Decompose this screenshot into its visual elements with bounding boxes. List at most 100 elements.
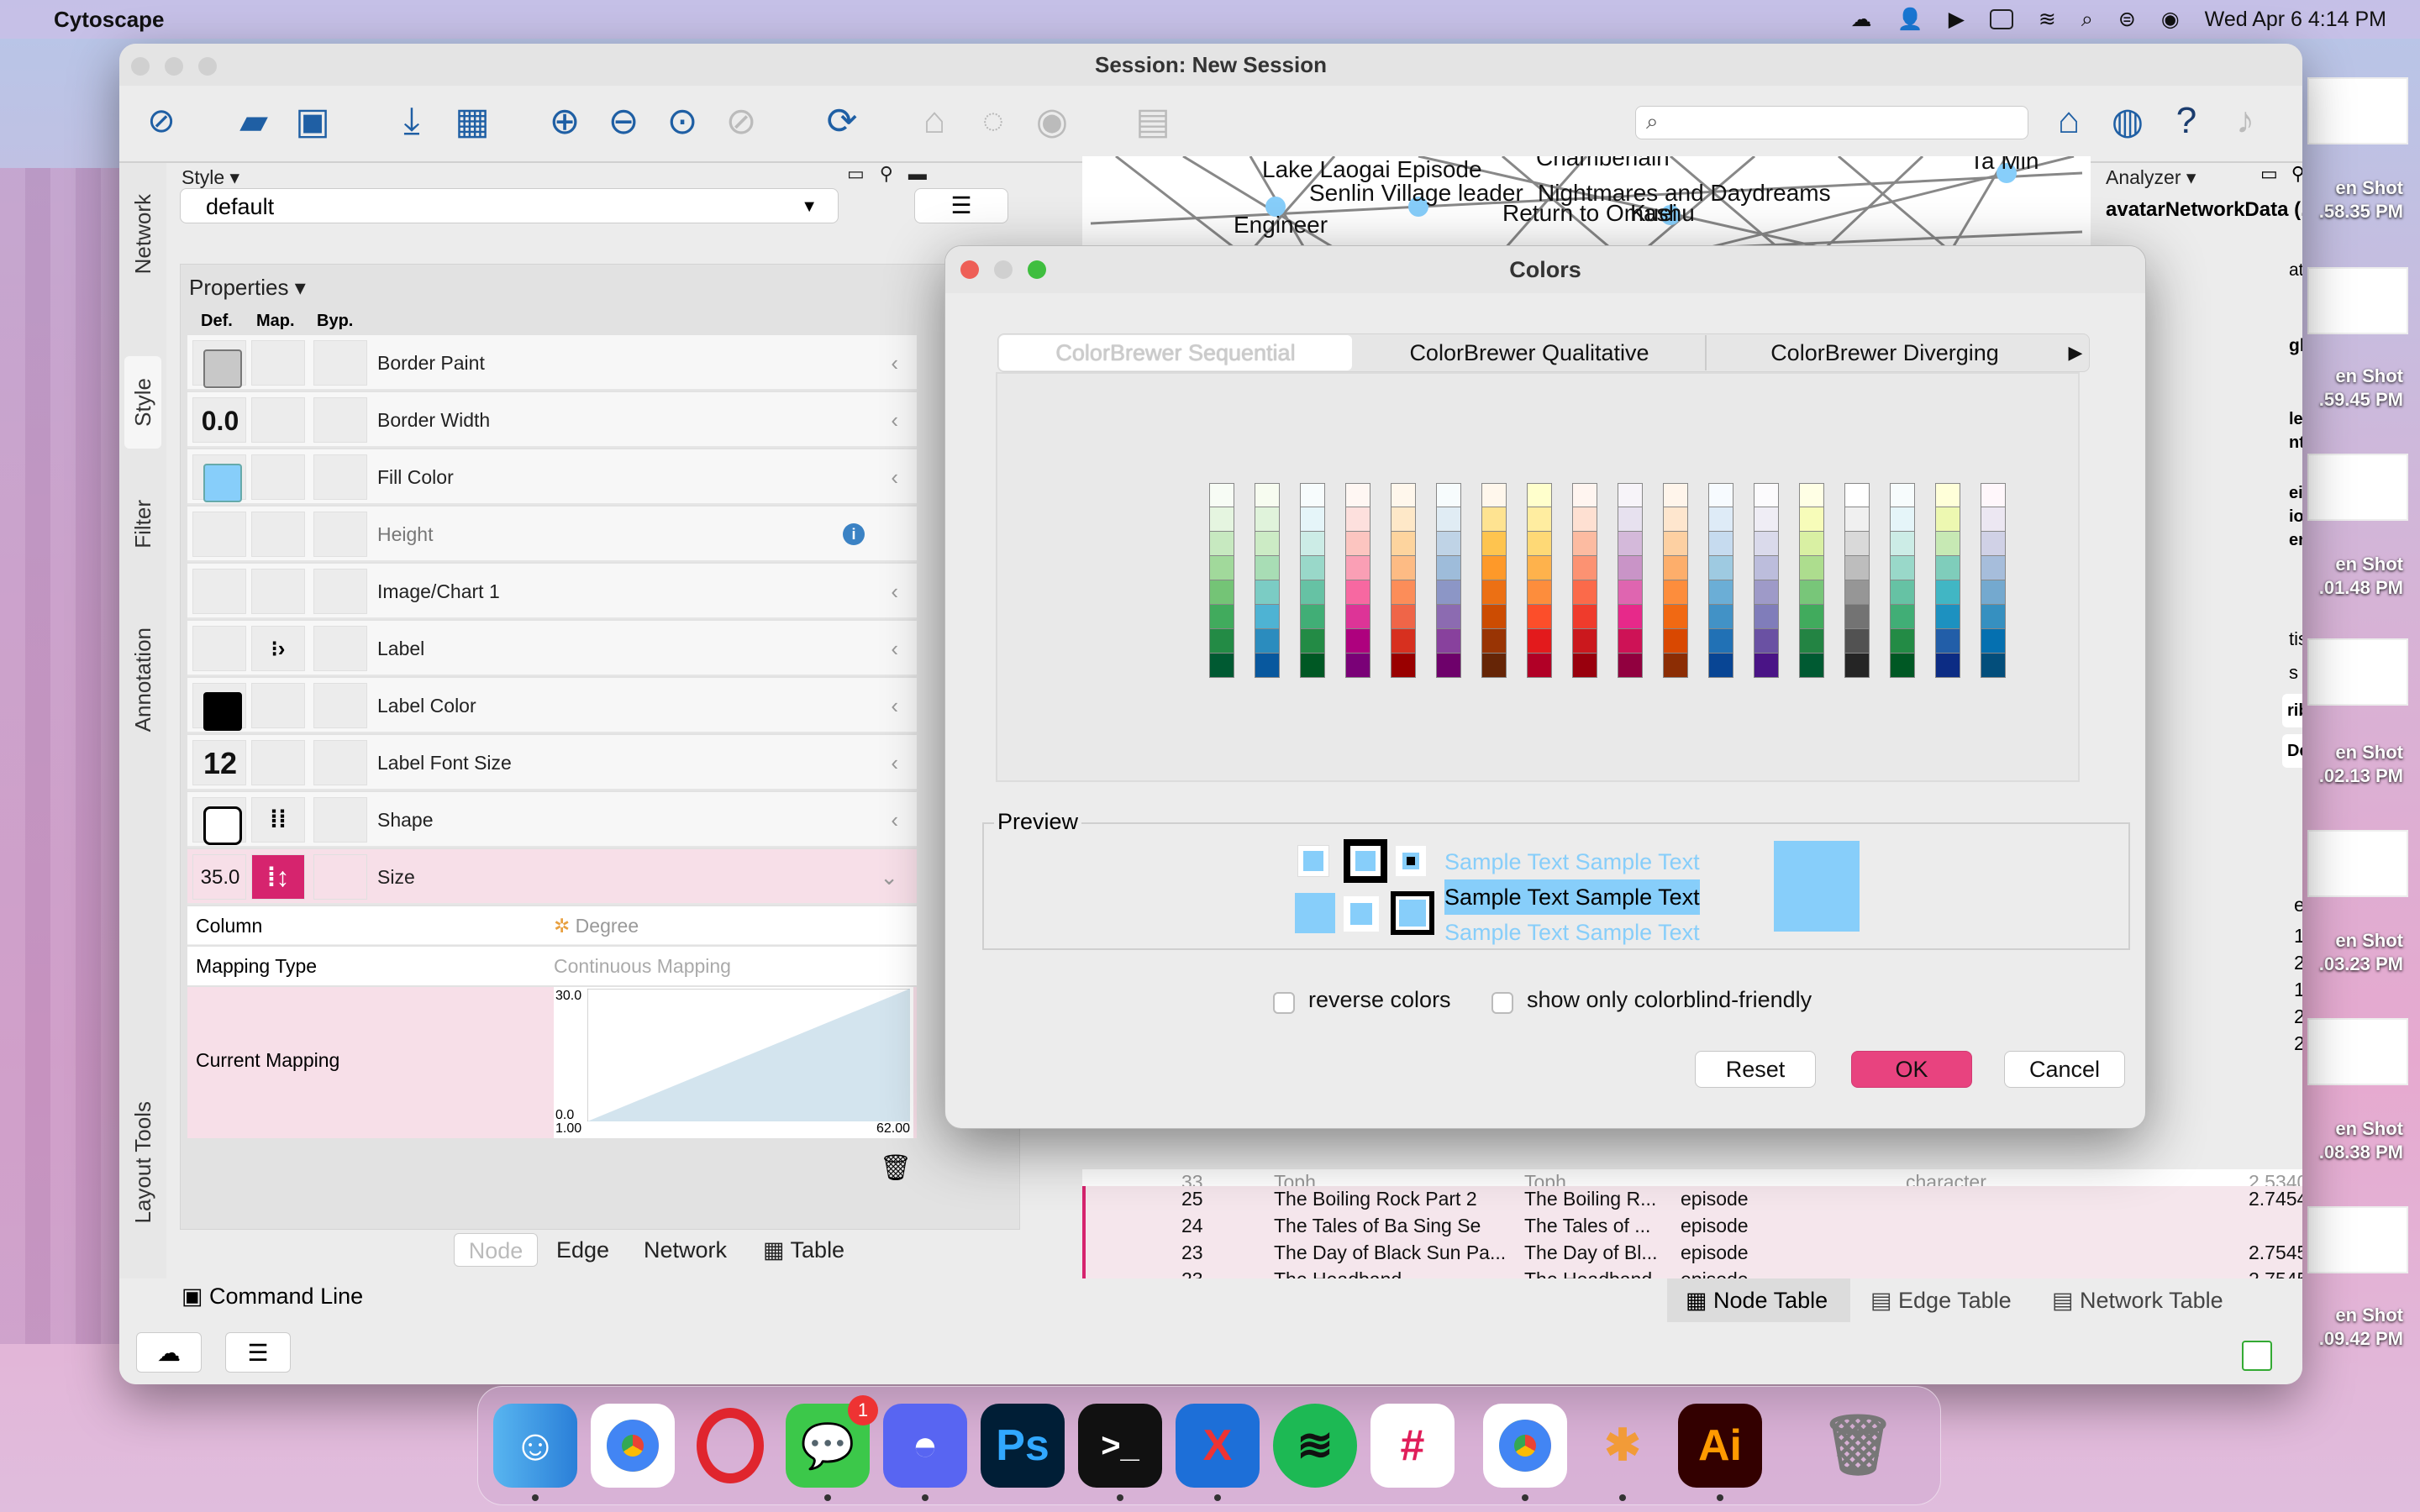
tab-colorbrewer-diverging[interactable]: ColorBrewer Diverging (1708, 335, 2061, 370)
search-input[interactable]: ⌕ (1635, 106, 2028, 139)
shape-swatch[interactable] (203, 806, 242, 845)
default-cell[interactable] (192, 626, 246, 671)
cloud-icon[interactable]: ☁ (136, 1332, 202, 1373)
slack-icon[interactable]: # (1370, 1404, 1455, 1488)
close-button[interactable] (131, 57, 150, 76)
cytoscape-icon[interactable]: ✱ (1581, 1404, 1665, 1488)
table-row[interactable]: 24 The Tales of Ba Sing Se The Tales of ..… (1082, 1213, 2302, 1240)
info-icon[interactable]: i (843, 523, 865, 545)
screenshot-file-label[interactable]: en Shot .09.42 PM (2319, 1304, 2403, 1351)
tab-style[interactable]: Style (124, 356, 161, 449)
mapping-cell[interactable] (251, 512, 305, 557)
screenshot-file-icon[interactable] (2307, 638, 2408, 706)
wifi-icon[interactable]: ≋ (2039, 7, 2056, 32)
control-center-icon[interactable]: ⊜ (2118, 7, 2136, 32)
mapping-cell[interactable] (251, 569, 305, 614)
discrete-mapping-icon[interactable]: ⁞⁞ (251, 797, 305, 843)
default-cell[interactable]: 35.0 (192, 854, 246, 900)
open-folder-icon[interactable]: ▰ (229, 96, 279, 146)
label-color-swatch[interactable] (203, 692, 242, 731)
analyzer-header[interactable]: Analyzer ▾ (2106, 166, 2196, 189)
mapping-type-selector[interactable]: Continuous Mapping (554, 955, 731, 978)
property-row-fill-color[interactable]: Fill Color ‹ (187, 449, 917, 505)
screenshot-file-label[interactable]: en Shot .03.23 PM (2319, 929, 2403, 976)
new-network-from-selection-icon[interactable]: ▤ (1128, 96, 1178, 146)
chevron-left-icon[interactable]: ‹ (891, 449, 898, 505)
chevron-left-icon[interactable]: ‹ (891, 564, 898, 619)
tab-table-style[interactable]: ▦ Table (763, 1233, 844, 1267)
bypass-cell[interactable] (313, 797, 367, 843)
default-cell[interactable] (192, 454, 246, 502)
default-cell[interactable] (192, 797, 246, 845)
tab-colorbrewer-qualitative[interactable]: ColorBrewer Qualitative (1354, 335, 1707, 370)
color-palette-swatch[interactable] (1799, 483, 1824, 678)
color-palette-swatch[interactable] (1255, 483, 1280, 678)
screenshot-file-icon[interactable] (2307, 1206, 2408, 1273)
property-row-label-font-size[interactable]: 12 Label Font Size ‹ (187, 735, 917, 790)
chevron-left-icon[interactable]: ‹ (891, 678, 898, 733)
spotify-icon[interactable]: ≋ (1273, 1404, 1357, 1488)
finder-icon[interactable]: ☺ (493, 1404, 577, 1488)
style-panel-header[interactable]: Style ▾ (182, 166, 239, 189)
screenshot-file-icon[interactable] (2307, 77, 2408, 144)
task-list-icon[interactable]: ☰ (225, 1332, 291, 1373)
chevron-left-icon[interactable]: ‹ (891, 335, 898, 391)
color-palette-swatch[interactable] (1572, 483, 1597, 678)
screenshot-file-label[interactable]: en Shot .08.38 PM (2319, 1117, 2403, 1164)
property-row-size[interactable]: 35.0 ⁞↕ Size ⌄ (187, 849, 917, 905)
bypass-cell[interactable] (313, 683, 367, 728)
zoom-fit-icon[interactable]: ⊙ (657, 96, 708, 146)
screenshot-file-icon[interactable] (2307, 1018, 2408, 1085)
help-icon[interactable]: ? (2161, 96, 2212, 146)
network-table-tab[interactable]: ▤ Network Table (2052, 1278, 2223, 1322)
property-row-border-width[interactable]: 0.0 Border Width ‹ (187, 392, 917, 448)
border-paint-swatch[interactable] (203, 349, 242, 388)
mapping-curve[interactable] (587, 989, 910, 1121)
tab-colorbrewer-sequential[interactable]: ColorBrewer Sequential (999, 335, 1352, 370)
chevron-left-icon[interactable]: ‹ (891, 621, 898, 676)
color-palette-swatch[interactable] (1618, 483, 1643, 678)
screenshot-file-icon[interactable] (2307, 454, 2408, 521)
globe-icon[interactable]: ◍ (2102, 96, 2153, 146)
screenshot-file-label[interactable]: en Shot .58.35 PM (2319, 176, 2403, 223)
zoom-in-icon[interactable]: ⊕ (539, 96, 590, 146)
default-cell[interactable]: 12 (192, 740, 246, 785)
dialog-close-button[interactable] (960, 260, 979, 279)
colorblind-friendly-checkbox[interactable] (1491, 992, 1513, 1014)
zoom-out-icon[interactable]: ⊖ (598, 96, 649, 146)
column-selector[interactable]: ✲ Degree (554, 915, 639, 937)
illustrator-icon[interactable]: Ai (1678, 1404, 1762, 1488)
table-row[interactable]: 25 The Boiling Rock Part 2 The Boiling R..… (1082, 1186, 2302, 1213)
mapping-cell[interactable] (251, 397, 305, 443)
panel-window-controls[interactable]: ▭⚲▬ (847, 163, 942, 185)
table-column-header[interactable]: estPath (2294, 894, 2302, 916)
degree-button[interactable]: Degree (2282, 734, 2302, 768)
tab-layout-tools[interactable]: Layout Tools (124, 1079, 161, 1247)
property-row-shape[interactable]: ⁞⁞ Shape ‹ (187, 792, 917, 848)
mapping-cell[interactable] (251, 340, 305, 386)
property-row-height[interactable]: Height i (187, 507, 917, 562)
mapping-chart[interactable]: 30.0 0.0 1.00 62.00 (554, 987, 913, 1138)
terminal-icon[interactable]: >_ (1078, 1404, 1162, 1488)
import-network-icon[interactable]: ⤓ (387, 96, 437, 146)
home-icon[interactable]: ⌂ (2044, 96, 2094, 146)
chrome-alt-icon[interactable] (1483, 1404, 1567, 1488)
color-palette-swatch[interactable] (1527, 483, 1552, 678)
color-palette-swatch[interactable] (1890, 483, 1915, 678)
bypass-cell[interactable] (313, 512, 367, 557)
continuous-mapping-icon[interactable]: ⁞↕ (251, 854, 305, 900)
analyzer-window-controls[interactable]: ▭⚲▬ (2260, 163, 2302, 185)
tab-scroll-right-icon[interactable]: ▶ (2054, 335, 2096, 370)
fill-color-swatch[interactable] (203, 464, 242, 502)
play-icon[interactable]: ▶ (1949, 7, 1965, 32)
bypass-cell[interactable] (313, 626, 367, 671)
dialog-minimize-button[interactable] (994, 260, 1013, 279)
edge-table-tab[interactable]: ▤ Edge Table (1870, 1278, 2012, 1322)
cancel-button[interactable]: Cancel (2004, 1051, 2125, 1088)
node-table-tab[interactable]: ▦ Node Table (1667, 1278, 1850, 1322)
color-palette-swatch[interactable] (1300, 483, 1325, 678)
color-palette-swatch[interactable] (1981, 483, 2006, 678)
chevron-left-icon[interactable]: ‹ (891, 735, 898, 790)
first-neighbors-icon[interactable]: ⌂ (909, 96, 960, 146)
cytoscape-logo-icon[interactable]: ⊘ (136, 96, 187, 146)
